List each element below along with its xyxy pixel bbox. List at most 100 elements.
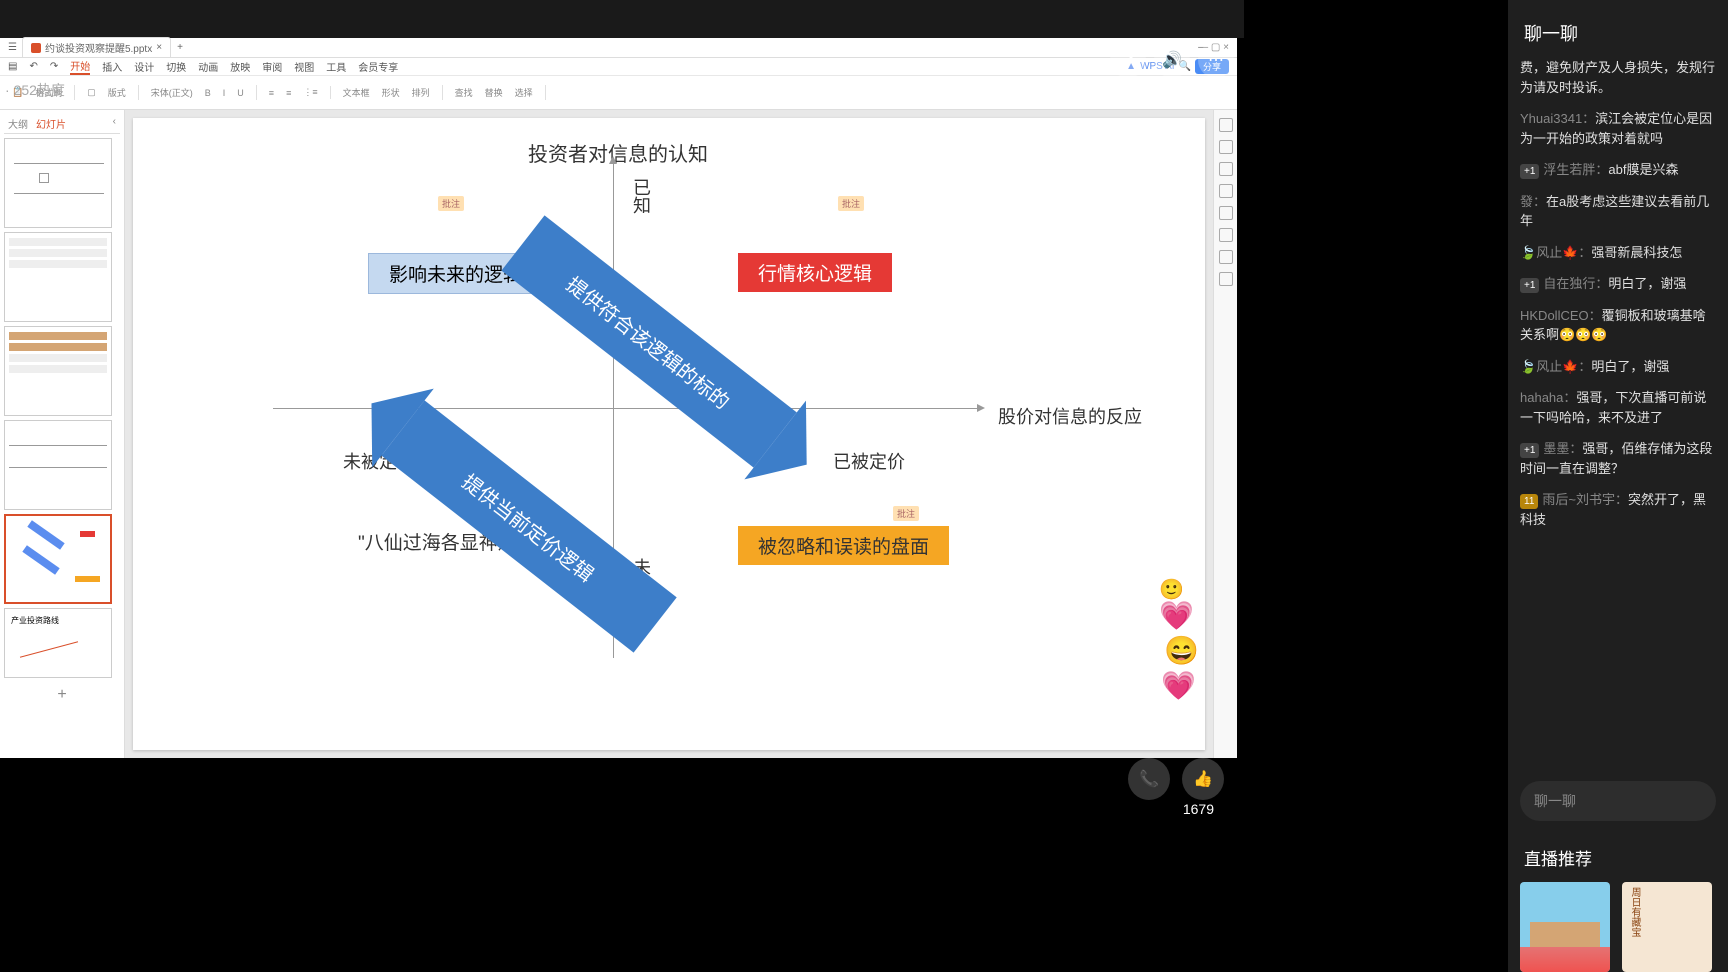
menu-slideshow[interactable]: 放映 [230, 59, 250, 74]
rec-item-2-text: 周日有藏宝 [1627, 887, 1642, 937]
wps-file-tab[interactable]: 约谈投资观察提醒5.pptx × [22, 37, 171, 58]
redo-icon[interactable]: ↷ [50, 61, 58, 72]
chat-badge: +1 [1520, 164, 1539, 179]
more-icon[interactable]: ⋯ [1198, 42, 1234, 78]
x-right-label: 已被定价 [833, 448, 905, 474]
ribbon-paragraph: ≡ ≡ ⋮≡ [265, 86, 331, 99]
wps-menu-bar: ▤ ↶ ↷ 开始 插入 设计 切换 动画 放映 审阅 视图 工具 会员专享 ▲ … [0, 58, 1237, 76]
slide-canvas[interactable]: 投资者对信息的认知 已知 未知 股价对信息的反应 未被定价 已被定价 影响未来的… [133, 118, 1205, 750]
replace-button[interactable]: 替换 [481, 85, 507, 100]
diagonal-arrow-2[interactable]: 提供当前定价逻辑 [381, 400, 676, 652]
menu-view[interactable]: 视图 [294, 59, 314, 74]
undo-icon[interactable]: ↶ [29, 61, 37, 72]
chat-username[interactable]: hahaha： [1520, 390, 1576, 405]
x-axis-label: 股价对信息的反应 [998, 403, 1142, 429]
tool-icon-7[interactable] [1219, 250, 1233, 264]
rec-item-2[interactable]: 周日有藏宝 [1622, 882, 1712, 972]
chat-username[interactable]: 自在独行： [1543, 276, 1608, 291]
align-left-icon[interactable]: ≡ [265, 87, 278, 99]
save-icon[interactable]: ▤ [8, 61, 17, 72]
chat-message-list[interactable]: 费，避免财产及人身损失，发规行为请及时投诉。Yhuai3341：滨江会被定位心是… [1508, 58, 1728, 769]
emoji-face: 🙂 [1159, 577, 1184, 602]
select-button[interactable]: 选择 [511, 85, 537, 100]
menu-animation[interactable]: 动画 [198, 59, 218, 74]
new-tab-icon[interactable]: + [177, 42, 183, 53]
ribbon-slides: ▢ 版式 [83, 85, 139, 100]
menu-start[interactable]: 开始 [70, 58, 90, 75]
menu-tools[interactable]: 工具 [326, 59, 346, 74]
tool-icon-2[interactable] [1219, 140, 1233, 154]
ppt-icon [31, 43, 41, 53]
arrange-button[interactable]: 排列 [408, 85, 434, 100]
slide-thumb-4[interactable] [4, 420, 112, 510]
ribbon-edit: 查找 替换 选择 [451, 85, 546, 100]
chat-message: 🍃风止🍁：明白了，谢强 [1520, 357, 1716, 377]
comment-tag-3[interactable]: 批注 [893, 506, 919, 521]
tool-icon-6[interactable] [1219, 228, 1233, 242]
stream-action-buttons: 📞 👍 [1128, 758, 1224, 800]
slide-thumb-2[interactable] [4, 232, 112, 322]
chat-message: +1墨墨：强哥，佰维存储为这段时间一直在调整？ [1520, 439, 1716, 478]
menu-insert[interactable]: 插入 [102, 59, 122, 74]
chat-username[interactable]: 风止🍁： [1536, 245, 1591, 260]
chat-text: 明白了，谢强 [1608, 276, 1686, 291]
box-bottom-right[interactable]: 被忽略和误读的盘面 [738, 526, 949, 565]
chat-input[interactable]: 聊一聊 [1520, 781, 1716, 821]
like-button[interactable]: 👍 [1182, 758, 1224, 800]
add-slide-button[interactable]: + [4, 682, 120, 708]
menu-design[interactable]: 设计 [134, 59, 154, 74]
tool-icon-5[interactable] [1219, 206, 1233, 220]
collapse-panel-icon[interactable]: ‹ [113, 116, 116, 131]
slide-thumb-5[interactable] [4, 514, 112, 604]
slide-thumbnail-panel[interactable]: 大纲 幻灯片 ‹ [0, 110, 125, 758]
new-slide-button[interactable]: ▢ [83, 86, 100, 99]
chat-panel: 聊一聊 费，避免财产及人身损失，发规行为请及时投诉。Yhuai3341：滨江会被… [1508, 0, 1728, 972]
italic-button[interactable]: I [219, 87, 230, 99]
chat-text: 在a股考虑这些建议去看前几年 [1520, 194, 1709, 229]
slide-thumb-6[interactable]: 产业投资路线 [4, 608, 112, 678]
chat-username[interactable]: 风止🍁： [1536, 359, 1591, 374]
tool-icon-3[interactable] [1219, 162, 1233, 176]
textbox-button[interactable]: 文本框 [339, 85, 374, 100]
slide-thumb-3[interactable] [4, 326, 112, 416]
viewer-count: 1679 [1183, 801, 1214, 817]
tab-close-icon[interactable]: × [156, 42, 162, 53]
chat-username[interactable]: Yhuai3341： [1520, 111, 1595, 126]
layout-button[interactable]: 版式 [104, 85, 130, 100]
menu-member[interactable]: 会员专享 [358, 59, 398, 74]
tool-icon-4[interactable] [1219, 184, 1233, 198]
chat-username[interactable]: 墨墨： [1543, 441, 1582, 456]
tool-icon-1[interactable] [1219, 118, 1233, 132]
bold-button[interactable]: B [201, 87, 215, 99]
font-selector[interactable]: 宋体(正文) [147, 85, 197, 100]
chat-message: 發：在a股考虑这些建议去看前几年 [1520, 192, 1716, 231]
find-button[interactable]: 查找 [451, 85, 477, 100]
chat-username[interactable]: HKDollCEO： [1520, 308, 1602, 323]
chat-text: 强哥新晨科技怎 [1591, 245, 1682, 260]
right-tool-rail [1213, 110, 1237, 758]
menu-review[interactable]: 审阅 [262, 59, 282, 74]
box-top-right[interactable]: 行情核心逻辑 [738, 253, 892, 292]
menu-transition[interactable]: 切换 [166, 59, 186, 74]
emoji-smile: 😄 [1164, 634, 1199, 667]
chat-username[interactable]: 雨后~刘书宇： [1542, 492, 1628, 507]
stream-top-bar [0, 0, 1244, 38]
comment-tag-1[interactable]: 批注 [438, 196, 464, 211]
chat-username[interactable]: 浮生若胖： [1543, 162, 1608, 177]
call-button[interactable]: 📞 [1128, 758, 1170, 800]
volume-icon[interactable]: 🔊 [1154, 42, 1190, 78]
tool-icon-8[interactable] [1219, 272, 1233, 286]
underline-button[interactable]: U [233, 87, 248, 99]
shape-button[interactable]: 形状 [378, 85, 404, 100]
comment-tag-2[interactable]: 批注 [838, 196, 864, 211]
outline-tab[interactable]: 大纲 [8, 116, 28, 131]
leaf-icon: 🍃 [1520, 245, 1536, 260]
rec-item-1[interactable] [1520, 882, 1610, 972]
slide-thumb-1[interactable] [4, 138, 112, 228]
slides-tab[interactable]: 幻灯片 [36, 116, 66, 131]
align-center-icon[interactable]: ≡ [282, 87, 295, 99]
share-stream-icon[interactable]: ↗ [1110, 42, 1146, 78]
bullets-icon[interactable]: ⋮≡ [299, 86, 321, 99]
chat-username[interactable]: 發： [1520, 194, 1546, 209]
wps-menu-icon[interactable]: ☰ [8, 42, 17, 53]
